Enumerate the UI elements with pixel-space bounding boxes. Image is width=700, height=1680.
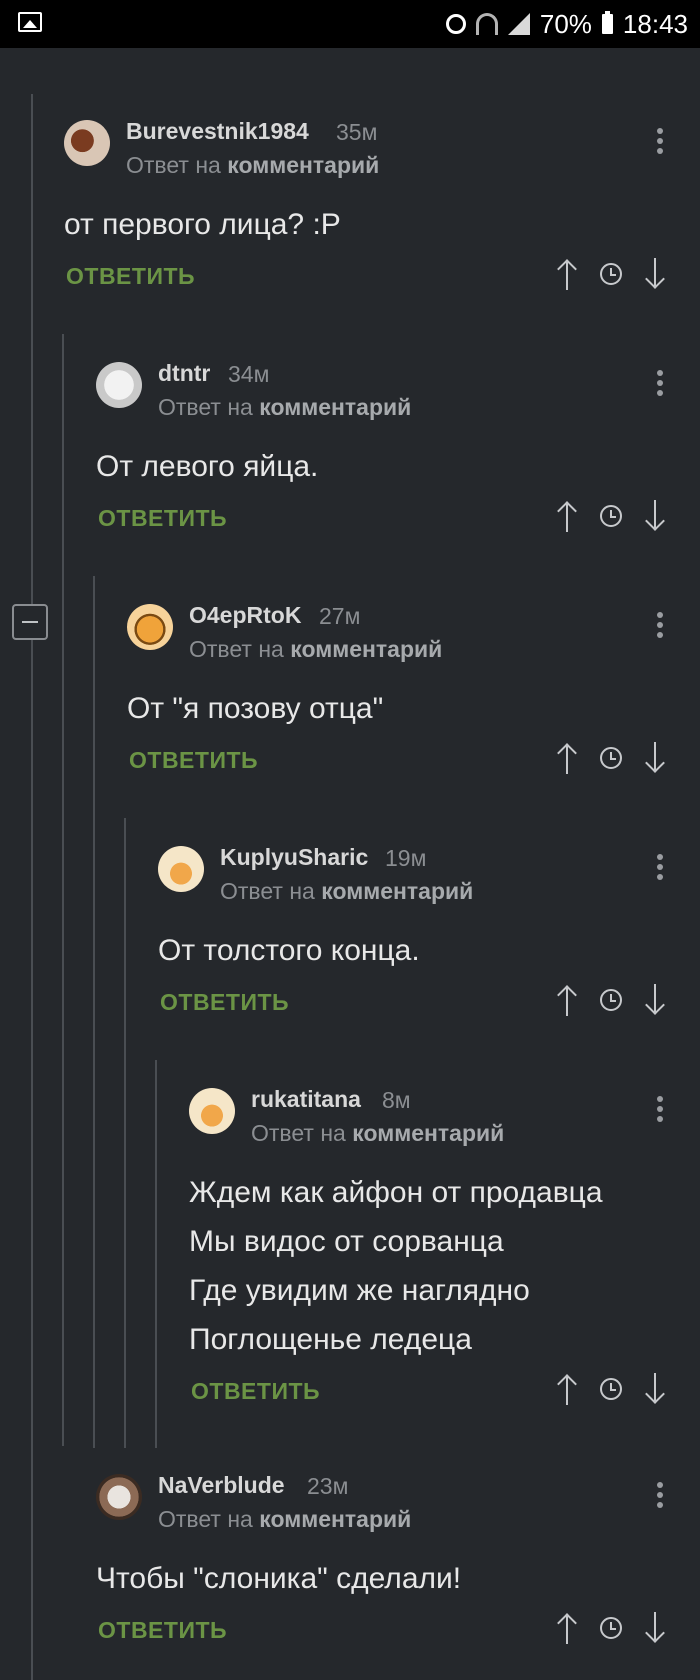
comment-time: 35м <box>336 119 378 145</box>
comment: KuplyuSharic 19м Ответ на комментарий От… <box>158 844 688 1016</box>
reply-to-label[interactable]: Ответ на комментарий <box>189 636 442 663</box>
downvote-icon[interactable] <box>642 1612 668 1644</box>
reply-button[interactable]: ОТВЕТИТЬ <box>66 263 195 290</box>
upvote-icon[interactable] <box>554 742 580 774</box>
comment-time: 8м <box>382 1087 411 1113</box>
battery-icon <box>601 11 613 34</box>
comment-time: 27м <box>319 603 361 629</box>
comment-body: Чтобы "слоника" сделали! <box>96 1562 462 1595</box>
thread-line-level-0 <box>31 94 33 1680</box>
save-later-icon[interactable] <box>600 505 622 527</box>
save-later-icon[interactable] <box>600 263 622 285</box>
avatar[interactable] <box>96 362 142 408</box>
comment-body: от первого лица? :P <box>64 208 341 241</box>
comment-author[interactable]: rukatitana <box>251 1086 361 1113</box>
upvote-icon[interactable] <box>554 500 580 532</box>
comment-time: 34м <box>228 361 270 387</box>
avatar[interactable] <box>64 120 110 166</box>
wifi-icon <box>475 13 498 35</box>
comment: NaVerblude 23м Ответ на комментарий Чтоб… <box>96 1472 686 1644</box>
more-menu-icon[interactable] <box>656 128 664 158</box>
reply-button[interactable]: ОТВЕТИТЬ <box>160 989 289 1016</box>
upvote-icon[interactable] <box>554 984 580 1016</box>
comment: dtntr 34м Ответ на комментарий От левого… <box>96 360 686 532</box>
upvote-icon[interactable] <box>554 1612 580 1644</box>
downvote-icon[interactable] <box>642 1373 668 1405</box>
comment-time: 23м <box>307 1473 349 1499</box>
more-menu-icon[interactable] <box>656 612 664 642</box>
upvote-icon[interactable] <box>554 1373 580 1405</box>
comment-author[interactable]: Burevestnik1984 <box>126 118 309 145</box>
thread-line-level-4 <box>155 1060 157 1448</box>
thread-line-level-1 <box>62 334 64 1446</box>
reply-to-label[interactable]: Ответ на комментарий <box>158 1506 411 1533</box>
comment-author[interactable]: dtntr <box>158 360 210 387</box>
clock-time: 18:43 <box>622 8 688 39</box>
comment: Burevestnik1984 35м Ответ на комментарий… <box>64 118 684 290</box>
battery-percent: 70% <box>539 8 592 39</box>
comment-body: От "я позову отца" <box>127 692 384 725</box>
save-later-icon[interactable] <box>600 747 622 769</box>
comment-author[interactable]: O4epRtoK <box>189 602 301 629</box>
reply-button[interactable]: ОТВЕТИТЬ <box>129 747 258 774</box>
reply-to-label[interactable]: Ответ на комментарий <box>251 1120 504 1147</box>
comment-author[interactable]: NaVerblude <box>158 1472 285 1499</box>
more-menu-icon[interactable] <box>656 854 664 884</box>
signal-icon <box>507 13 530 35</box>
reply-to-label[interactable]: Ответ на комментарий <box>220 878 473 905</box>
downvote-icon[interactable] <box>642 984 668 1016</box>
more-menu-icon[interactable] <box>656 1096 664 1126</box>
more-menu-icon[interactable] <box>656 370 664 400</box>
avatar[interactable] <box>127 604 173 650</box>
save-later-icon[interactable] <box>600 1617 622 1639</box>
save-later-icon[interactable] <box>600 1378 622 1400</box>
downvote-icon[interactable] <box>642 500 668 532</box>
avatar[interactable] <box>158 846 204 892</box>
comment-time: 19м <box>385 845 427 871</box>
more-menu-icon[interactable] <box>656 1482 664 1512</box>
status-bar: 70% 18:43 <box>0 0 700 48</box>
comment: rukatitana 8м Ответ на комментарий Ждем … <box>189 1086 689 1408</box>
comment-body: От левого яйца. <box>96 450 319 483</box>
reply-to-label[interactable]: Ответ на комментарий <box>126 152 379 179</box>
alarm-icon <box>445 14 466 34</box>
reply-to-label[interactable]: Ответ на комментарий <box>158 394 411 421</box>
save-later-icon[interactable] <box>600 989 622 1011</box>
comment-author[interactable]: KuplyuSharic <box>220 844 368 871</box>
avatar[interactable] <box>189 1088 235 1134</box>
downvote-icon[interactable] <box>642 742 668 774</box>
reply-button[interactable]: ОТВЕТИТЬ <box>191 1378 320 1405</box>
reply-button[interactable]: ОТВЕТИТЬ <box>98 505 227 532</box>
comment-body: От толстого конца. <box>158 934 420 967</box>
comment: O4epRtoK 27м Ответ на комментарий От "я … <box>127 602 687 774</box>
collapse-thread-button[interactable] <box>12 604 48 640</box>
thread-line-level-2 <box>93 576 95 1448</box>
comment-body: Ждем как айфон от продавца Мы видос от с… <box>189 1176 603 1356</box>
reply-button[interactable]: ОТВЕТИТЬ <box>98 1617 227 1644</box>
avatar[interactable] <box>96 1474 142 1520</box>
downvote-icon[interactable] <box>642 258 668 290</box>
gallery-notification-icon <box>18 12 42 32</box>
upvote-icon[interactable] <box>554 258 580 290</box>
thread-line-level-3 <box>124 818 126 1448</box>
